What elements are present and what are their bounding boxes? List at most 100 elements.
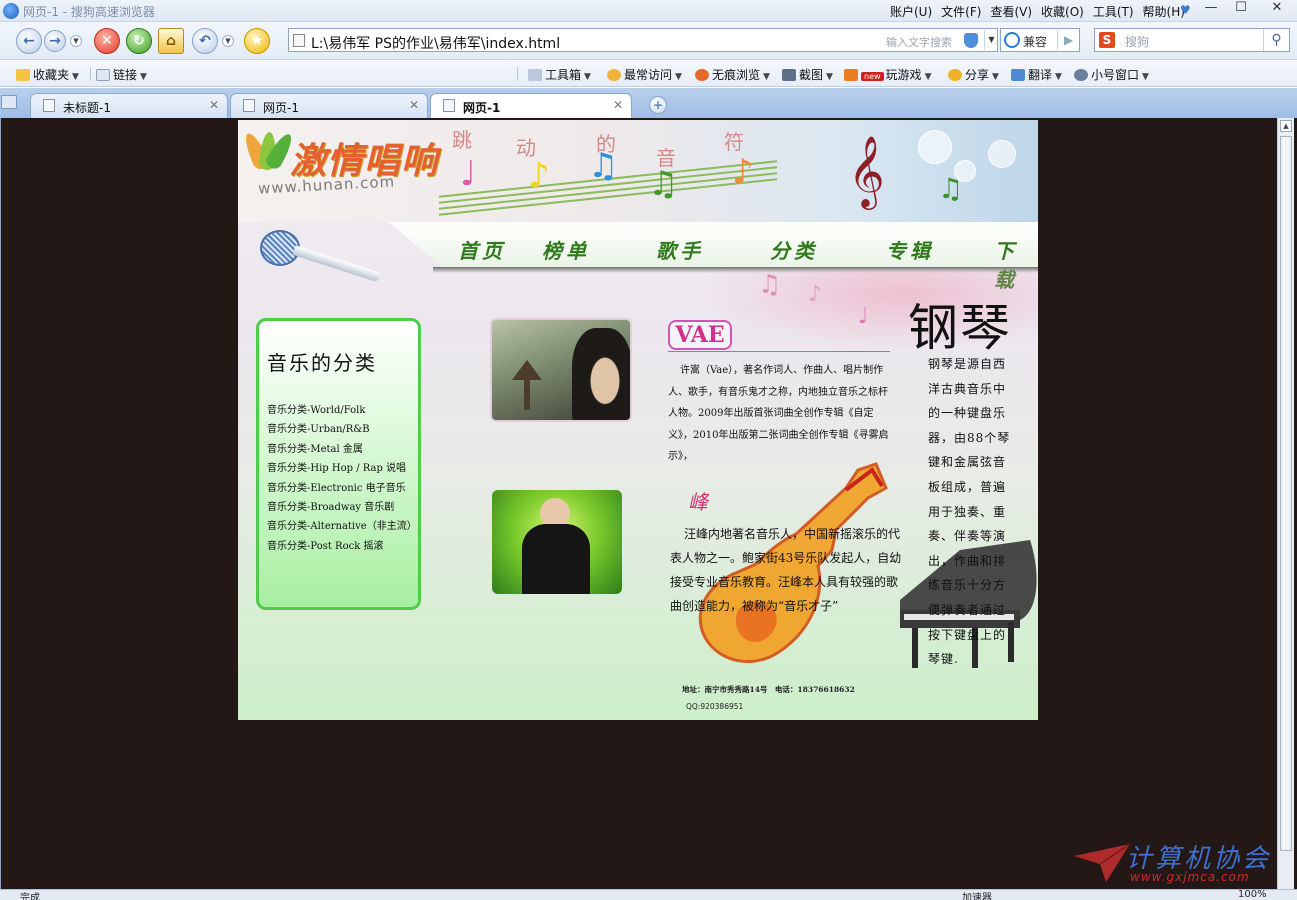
most-visited-menu[interactable]: 最常访问 ▼ <box>607 66 682 83</box>
links-menu[interactable]: 链接 ▼ <box>96 66 147 83</box>
zoom-level[interactable]: 100% <box>1238 890 1267 900</box>
category-item[interactable]: 音乐分类-World/Folk <box>267 401 417 420</box>
menu-view[interactable]: 查看(V) <box>990 3 1032 20</box>
tab-webpage-1-active[interactable]: 网页-1 ✕ <box>430 93 632 118</box>
back-arrow-icon[interactable]: ← <box>16 28 42 54</box>
feng-photo[interactable] <box>492 490 622 594</box>
translate-icon <box>1011 69 1025 81</box>
music-note-icon: ♪ <box>732 152 754 192</box>
vae-divider <box>668 351 890 352</box>
category-item[interactable]: 音乐分类-Metal 金属 <box>267 440 417 459</box>
menu-tools[interactable]: 工具(T) <box>1093 3 1134 20</box>
menu-file[interactable]: 文件(F) <box>941 3 981 20</box>
tab-untitled[interactable]: 未标题-1 ✕ <box>30 93 228 118</box>
music-note-icon: ♪ <box>808 282 823 307</box>
undo-dropdown-icon[interactable]: ▼ <box>222 35 234 47</box>
search-icon[interactable]: ⚲ <box>1263 29 1289 51</box>
watermark: 计算机协会 www.gxjmca.com <box>1072 836 1292 890</box>
refresh-icon[interactable]: ↻ <box>126 28 152 54</box>
scroll-thumb[interactable] <box>1280 136 1292 851</box>
category-list: 音乐分类-World/Folk 音乐分类-Urban/R&B 音乐分类-Meta… <box>267 401 417 556</box>
screenshot-menu[interactable]: 截图 ▼ <box>782 66 833 83</box>
forward-arrow-icon[interactable]: → <box>44 30 66 52</box>
tab-close-icon[interactable]: ✕ <box>209 98 219 112</box>
home-icon[interactable]: ⌂ <box>158 28 184 54</box>
private-browse-icon <box>695 69 709 81</box>
games-menu[interactable]: new 玩游戏 ▼ <box>844 66 931 83</box>
nav-charts[interactable]: 榜单 <box>542 235 590 264</box>
close-window-button[interactable]: ✕ <box>1262 0 1292 18</box>
category-item[interactable]: 音乐分类-Hip Hop / Rap 说唱 <box>267 459 417 478</box>
menu-help[interactable]: 帮助(H) <box>1143 3 1185 20</box>
site-banner: 激情唱响 www.hunan.com 跳 动 的 音 符 ♩ ♪ ♫ ♫ ♪ 𝄞… <box>238 120 1038 222</box>
go-arrow-icon[interactable]: ▶ <box>1057 30 1079 50</box>
undo-close-icon[interactable]: ↶ <box>192 28 218 54</box>
skin-icon[interactable]: ♥ <box>1180 3 1191 17</box>
scroll-up-icon[interactable]: ▲ <box>1280 120 1292 132</box>
menu-favorites[interactable]: 收藏(O) <box>1041 3 1084 20</box>
music-note-icon: ♫ <box>938 172 964 205</box>
favorite-star-icon[interactable]: ★ <box>244 28 270 54</box>
category-item[interactable]: 音乐分类-Urban/R&B <box>267 420 417 439</box>
sogou-search-icon[interactable]: S <box>1099 32 1115 48</box>
vertical-scrollbar[interactable]: ▲ <box>1277 118 1294 889</box>
menu-account[interactable]: 账户(U) <box>890 3 932 20</box>
favorites-folder-icon <box>16 69 30 81</box>
tab-close-icon[interactable]: ✕ <box>409 98 419 112</box>
private-browse-menu[interactable]: 无痕浏览 ▼ <box>695 66 770 83</box>
nav-albums[interactable]: 专辑 <box>886 235 934 264</box>
category-item[interactable]: 音乐分类-Broadway 音乐剧 <box>267 498 417 517</box>
most-visited-icon <box>607 69 621 81</box>
tab-label: 网页-1 <box>263 101 299 115</box>
maximize-button[interactable]: ☐ <box>1226 0 1256 18</box>
share-menu[interactable]: 分享 ▼ <box>948 66 999 83</box>
nav-home[interactable]: 首页 <box>458 235 506 264</box>
feng-description: 汪峰内地著名音乐人，中国新摇滚乐的代表人物之一。鲍家街43号乐队发起人，自幼接受… <box>670 527 902 613</box>
vae-photo[interactable] <box>490 318 632 422</box>
small-window-menu[interactable]: 小号窗口 ▼ <box>1074 66 1149 83</box>
bookmarks-bar: 收藏夹 ▼ 链接 ▼ 工具箱 ▼ 最常访问 ▼ 无痕浏览 ▼ 截图 ▼ new 玩游戏 ▼ 分享… <box>0 61 1297 87</box>
category-item[interactable]: 音乐分类-Alternative（非主流） <box>267 517 417 536</box>
security-shield-icon[interactable] <box>964 33 978 48</box>
microphone-icon <box>260 226 390 283</box>
music-note-icon: ♫ <box>588 146 619 186</box>
music-note-icon: ♩ <box>858 304 869 329</box>
banner-word: 符 <box>724 130 744 154</box>
music-note-icon: ♫ <box>758 270 782 300</box>
search-input[interactable]: 搜狗 <box>1125 33 1149 50</box>
accelerator-button[interactable]: 加速器 <box>962 890 992 900</box>
tab-label: 网页-1 <box>463 101 501 115</box>
history-dropdown-icon[interactable]: ▼ <box>70 35 82 47</box>
banner-word: 跳 <box>452 128 472 152</box>
sidebar-toggle-icon[interactable] <box>1 95 17 109</box>
screenshot-icon <box>782 69 796 81</box>
music-note-icon: ♩ <box>460 154 477 194</box>
site-url: www.hunan.com <box>257 172 396 198</box>
tab-page-icon <box>243 99 255 112</box>
address-dropdown-icon[interactable]: ▼ <box>984 30 998 50</box>
new-tab-icon[interactable]: + <box>649 96 667 114</box>
toolbox-menu[interactable]: 工具箱 ▼ <box>528 66 591 83</box>
minimize-button[interactable]: — <box>1196 0 1226 18</box>
favorites-menu[interactable]: 收藏夹 ▼ <box>16 66 79 83</box>
tab-close-icon[interactable]: ✕ <box>613 98 623 112</box>
status-text: 完成 <box>20 893 40 900</box>
address-input[interactable]: L:\易伟军 PS的作业\易伟军\index.html <box>311 33 560 53</box>
translate-menu[interactable]: 翻译 ▼ <box>1011 66 1062 83</box>
tab-bar: 未标题-1 ✕ 网页-1 ✕ 网页-1 ✕ + <box>0 88 1297 118</box>
address-bar[interactable]: L:\易伟军 PS的作业\易伟军\index.html 输入文字搜索 ▼ <box>288 28 998 52</box>
title-bar: 网页-1 - 搜狗高速浏览器 账户(U) 文件(F) 查看(V) 收藏(O) 工… <box>0 0 1297 22</box>
music-note-icon: ♪ <box>528 156 550 196</box>
compat-mode-button[interactable]: 兼容 ▶ <box>1000 28 1080 52</box>
stop-icon[interactable]: ✕ <box>94 28 120 54</box>
watermark-url: www.gxjmca.com <box>1130 870 1250 884</box>
nav-categories[interactable]: 分类 <box>770 235 818 264</box>
vae-description: 许嵩（Vae），著名作词人、作曲人、唱片制作人、歌手，有音乐鬼才之称，内地独立音… <box>668 365 889 462</box>
status-bar: 完成 加速器 100% <box>0 889 1297 900</box>
search-box[interactable]: S 搜狗 ⚲ <box>1094 28 1290 52</box>
category-item[interactable]: 音乐分类-Post Rock 摇滚 <box>267 537 417 556</box>
nav-singers[interactable]: 歌手 <box>656 235 704 264</box>
address-search-hint: 输入文字搜索 <box>886 36 952 49</box>
tab-webpage-1[interactable]: 网页-1 ✕ <box>230 93 428 118</box>
category-item[interactable]: 音乐分类-Electronic 电子音乐 <box>267 479 417 498</box>
